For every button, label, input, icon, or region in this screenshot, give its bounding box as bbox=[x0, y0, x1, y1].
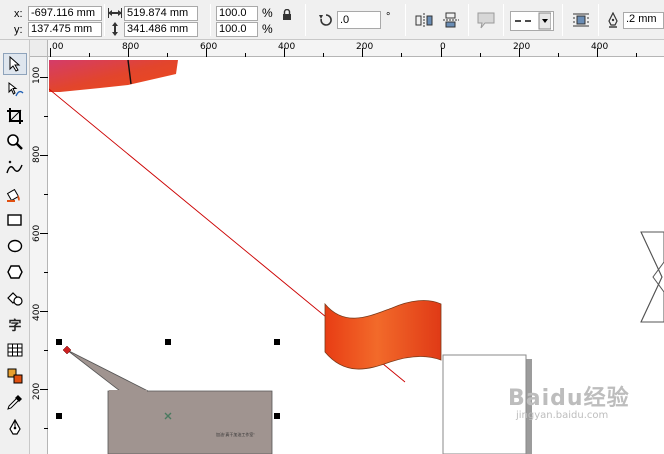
separator bbox=[104, 4, 105, 36]
scale-x-field[interactable]: 100.0 bbox=[216, 6, 258, 21]
paint-bucket-icon bbox=[6, 188, 20, 202]
eyedropper-tool[interactable] bbox=[3, 391, 27, 413]
outline-pen-icon[interactable] bbox=[605, 11, 621, 29]
smart-fill-tool[interactable] bbox=[3, 183, 27, 205]
separator bbox=[210, 4, 211, 36]
horizontal-ruler-ticks bbox=[50, 48, 637, 57]
crop-icon bbox=[7, 108, 23, 124]
zoom-tool[interactable] bbox=[3, 131, 27, 153]
watermark-main-text: Baidu经验 bbox=[508, 386, 630, 411]
ruler-h-label: 00 bbox=[52, 42, 64, 52]
crop-tool[interactable] bbox=[3, 105, 27, 127]
callout-body[interactable] bbox=[107, 390, 273, 454]
y-position-field[interactable]: 137.475 mm bbox=[28, 22, 102, 37]
property-bar: x: -697.116 mm y: 137.475 mm 519.874 mm … bbox=[0, 0, 664, 40]
hourglass-shape[interactable] bbox=[640, 231, 663, 323]
text-tool[interactable]: 字 bbox=[3, 313, 27, 335]
hexagon-icon bbox=[7, 265, 23, 279]
ruler-v-label: 600 bbox=[32, 224, 42, 242]
eyedropper-icon bbox=[7, 395, 22, 410]
percent-label: % bbox=[262, 6, 273, 20]
pick-tool[interactable] bbox=[3, 53, 27, 75]
height-arrows-icon bbox=[110, 22, 120, 36]
x-position-field[interactable]: -697.116 mm bbox=[28, 6, 102, 21]
callout-text[interactable]: 加油“真干加油工作室” bbox=[216, 432, 255, 438]
percent-label: % bbox=[262, 22, 273, 36]
ruler-h-label: 400 bbox=[278, 42, 296, 52]
lock-ratio-icon[interactable] bbox=[281, 8, 293, 20]
interactive-fill-icon bbox=[7, 368, 23, 384]
rotate-icon bbox=[318, 12, 334, 28]
waving-flag-shape[interactable] bbox=[324, 300, 442, 370]
mirror-horizontal-icon[interactable] bbox=[414, 11, 434, 29]
separator bbox=[562, 4, 563, 36]
x-label: x: bbox=[14, 8, 23, 20]
ruler-h-label: 600 bbox=[200, 42, 218, 52]
ruler-v-label: 400 bbox=[32, 303, 42, 321]
text-tool-glyph: 字 bbox=[8, 318, 22, 334]
basic-shapes-tool[interactable] bbox=[3, 287, 27, 309]
y-label: y: bbox=[14, 24, 23, 36]
callout-shape-icon[interactable] bbox=[474, 10, 498, 30]
toolbox: 字 bbox=[0, 40, 30, 454]
ruler-h-label: 200 bbox=[513, 42, 531, 52]
rotation-field[interactable]: .0 bbox=[337, 11, 381, 29]
pen-nib-icon bbox=[9, 419, 21, 435]
table-tool[interactable] bbox=[3, 339, 27, 361]
shape-tool[interactable] bbox=[3, 79, 27, 101]
horizontal-ruler[interactable] bbox=[0, 40, 664, 57]
ruler-v-label: 800 bbox=[32, 145, 42, 163]
separator bbox=[405, 4, 406, 36]
ellipse-icon bbox=[7, 239, 23, 253]
ellipse-tool[interactable] bbox=[3, 235, 27, 257]
height-field[interactable]: 341.486 mm bbox=[124, 22, 198, 37]
flag-fragment-shape[interactable] bbox=[49, 60, 178, 92]
ruler-h-label: 0 bbox=[440, 42, 446, 52]
drawing-canvas[interactable]: 加油“真干加油工作室” Baidu经验 jingyan.baidu.com bbox=[49, 58, 664, 454]
callout-pointer[interactable] bbox=[66, 349, 149, 392]
line-style-dropdown[interactable] bbox=[510, 11, 554, 31]
ruler-v-label: 100 bbox=[32, 66, 42, 84]
freehand-curve-icon bbox=[6, 160, 23, 174]
callout-seam bbox=[109, 390, 147, 392]
separator bbox=[305, 4, 306, 36]
wrap-text-icon[interactable] bbox=[571, 11, 591, 29]
ruler-h-label: 200 bbox=[356, 42, 374, 52]
outline-tool[interactable] bbox=[3, 417, 27, 439]
ruler-h-label: 800 bbox=[122, 42, 140, 52]
mirror-vertical-icon[interactable] bbox=[441, 11, 461, 29]
basic-shapes-icon bbox=[7, 292, 23, 306]
polygon-tool[interactable] bbox=[3, 261, 27, 283]
ruler-h-label: 400 bbox=[591, 42, 609, 52]
degree-label: ° bbox=[386, 11, 391, 23]
interactive-fill-tool[interactable] bbox=[3, 365, 27, 387]
scale-y-field[interactable]: 100.0 bbox=[216, 22, 258, 37]
separator bbox=[503, 4, 504, 36]
magnifier-icon bbox=[7, 134, 23, 150]
ruler-origin[interactable] bbox=[30, 40, 48, 57]
separator bbox=[468, 4, 469, 36]
freehand-tool[interactable] bbox=[3, 157, 27, 179]
width-field[interactable]: 519.874 mm bbox=[124, 6, 198, 21]
shape-edit-icon bbox=[8, 81, 24, 97]
baidu-watermark: Baidu经验 jingyan.baidu.com bbox=[508, 380, 630, 421]
ruler-v-label: 200 bbox=[32, 382, 42, 400]
outline-width-field[interactable]: .2 mm bbox=[623, 12, 664, 29]
rectangle-tool[interactable] bbox=[3, 209, 27, 231]
callout-pointer-node[interactable] bbox=[62, 345, 72, 355]
width-arrows-icon bbox=[108, 7, 122, 19]
separator bbox=[598, 4, 599, 36]
pointer-arrow-icon bbox=[9, 56, 21, 72]
rectangle-icon bbox=[7, 214, 22, 226]
table-icon bbox=[7, 343, 23, 357]
